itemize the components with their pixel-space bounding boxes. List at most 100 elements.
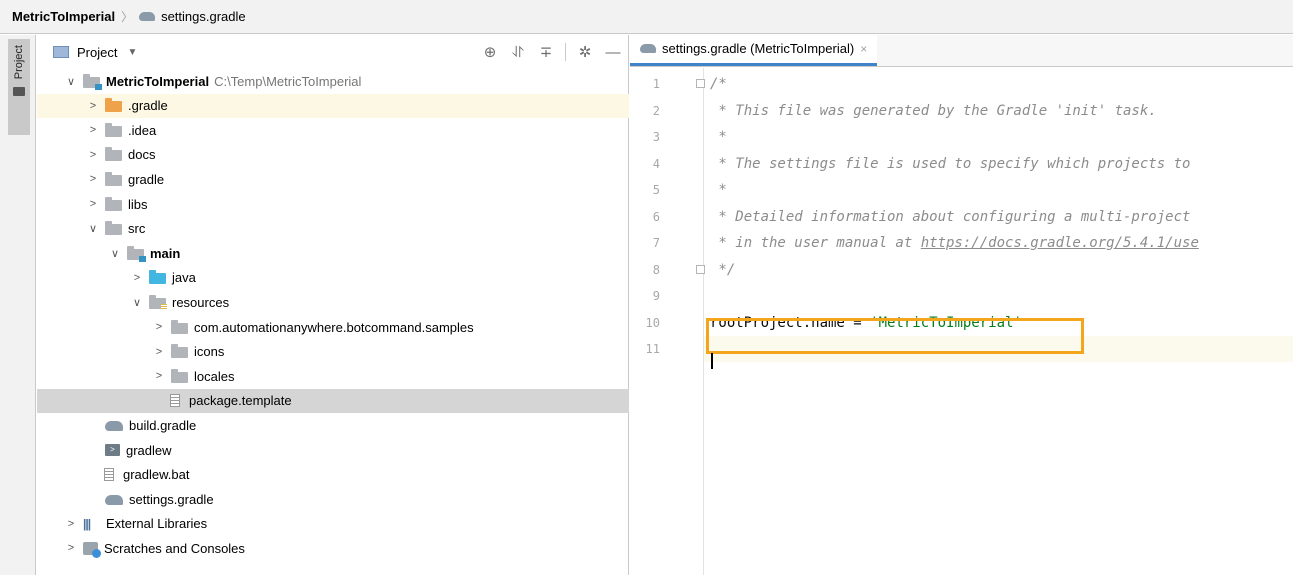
locate-icon[interactable]: ⊕	[481, 43, 499, 61]
tree-item[interactable]: > docs	[37, 143, 629, 167]
code-token: *	[710, 129, 727, 145]
folder-icon	[105, 147, 122, 162]
tree-item[interactable]: > .gradle	[37, 93, 629, 118]
code-line[interactable]: /*	[704, 71, 1293, 97]
folder-icon	[171, 319, 188, 334]
editor-tab-bar: settings.gradle (MetricToImperial) ×	[630, 34, 1293, 67]
code-line[interactable]: * This file was generated by the Gradle …	[704, 98, 1293, 124]
line-number: 1	[652, 77, 660, 91]
text-file-icon	[170, 394, 180, 408]
tree-item[interactable]: >>gradlew	[37, 438, 629, 462]
editor-gutter: 1 2 3 4 5 6 7 8 9 10 11	[630, 68, 705, 575]
chevron-right-icon[interactable]: >	[151, 346, 167, 358]
chevron-right-icon[interactable]: >	[85, 124, 101, 136]
line-number: 4	[652, 156, 660, 171]
code-line[interactable]: *	[704, 177, 1293, 203]
code-token: /*	[710, 76, 727, 92]
chevron-down-icon[interactable]: ∨	[63, 75, 79, 88]
chevron-down-icon[interactable]: ∨	[107, 247, 123, 260]
code-line[interactable]: * in the user manual at https://docs.gra…	[704, 230, 1293, 256]
collapse-all-icon[interactable]: ∓	[537, 43, 555, 61]
code-line[interactable]: *	[704, 124, 1293, 150]
tree-item[interactable]: > Scratches and Consoles	[37, 536, 629, 560]
tree-item-label: .gradle	[128, 98, 168, 114]
chevron-right-icon[interactable]: >	[151, 370, 167, 382]
shell-script-icon: >	[105, 444, 120, 456]
chevron-right-icon[interactable]: >	[63, 518, 79, 530]
chevron-down-icon[interactable]: ▼	[127, 47, 137, 58]
documentation-link[interactable]: https://docs.gradle.org/5.4.1/use	[921, 235, 1199, 251]
code-token: * in the user manual at	[710, 235, 921, 251]
tree-item[interactable]: > ||| External Libraries	[37, 512, 629, 536]
toolbar-divider	[565, 43, 566, 61]
tab-label: settings.gradle (MetricToImperial)	[662, 41, 855, 56]
tree-item-label: locales	[194, 368, 235, 384]
expand-all-icon[interactable]: ⥯	[509, 44, 527, 61]
tree-item-label: MetricToImperial	[106, 73, 210, 89]
gear-icon[interactable]: ✲	[576, 43, 594, 61]
project-panel-header: Project ▼ ⊕ ⥯ ∓ ✲ —	[37, 35, 628, 69]
gradle-icon	[105, 495, 123, 506]
tree-item[interactable]: >build.gradle	[37, 413, 629, 437]
module-folder-icon	[83, 73, 102, 90]
tab-settings-gradle[interactable]: settings.gradle (MetricToImperial) ×	[630, 34, 878, 66]
chevron-right-icon[interactable]: >	[129, 272, 145, 284]
breadcrumb-project[interactable]: MetricToImperial	[12, 9, 115, 24]
code-token: * This file was generated by the Gradle …	[710, 102, 1157, 119]
tree-item[interactable]: > gradle	[37, 167, 629, 191]
tree-item-label: .idea	[128, 122, 157, 138]
tree-item[interactable]: > com.automationanywhere.botcommand.sampl…	[37, 315, 629, 339]
line-number: 8	[652, 262, 660, 277]
chevron-right-icon[interactable]: >	[85, 173, 101, 185]
code-line[interactable]: * The settings file is used to specify w…	[704, 151, 1293, 177]
line-number: 6	[652, 209, 660, 224]
gradle-icon	[105, 421, 123, 432]
chevron-down-icon[interactable]: ∨	[85, 222, 101, 235]
libraries-icon: |||	[83, 516, 91, 531]
chevron-right-icon[interactable]: >	[85, 198, 101, 210]
chevron-down-icon[interactable]: ∨	[129, 296, 145, 309]
project-view-selector[interactable]: Project	[77, 45, 117, 60]
minimize-icon[interactable]: —	[604, 44, 622, 61]
tree-item[interactable]: > java	[37, 266, 629, 290]
folder-icon	[13, 87, 25, 97]
project-tool-window-button[interactable]: Project	[8, 39, 30, 135]
tree-item[interactable]: > .idea	[37, 118, 629, 142]
tree-item[interactable]: ∨ MetricToImperial C:\Temp\MetricToImperia…	[37, 69, 629, 93]
stripe-project-label: Project	[13, 45, 25, 80]
tree-item-label: libs	[128, 196, 148, 212]
code-line[interactable]: */	[704, 257, 1293, 283]
tree-item[interactable]: > icons	[37, 340, 629, 364]
tree-item-label: gradle	[128, 171, 165, 187]
breadcrumb-file-label: settings.gradle	[161, 9, 246, 24]
tree-item-label: com.automationanywhere.botcommand.sample…	[194, 319, 474, 335]
tree-item[interactable]: ∨ src	[37, 217, 629, 241]
close-icon[interactable]: ×	[860, 42, 867, 56]
tree-item-label: src	[128, 221, 146, 237]
tree-item-label: Scratches and Consoles	[104, 540, 245, 556]
line-number: 10	[645, 315, 660, 330]
chevron-right-icon[interactable]: >	[85, 149, 101, 161]
folder-icon	[171, 344, 188, 359]
text-file-icon	[104, 468, 114, 482]
gradle-icon	[139, 12, 156, 21]
tree-item-label: docs	[128, 147, 156, 163]
code-line[interactable]	[704, 283, 1293, 309]
tree-item[interactable]: >package.template	[37, 388, 629, 413]
tree-item[interactable]: > locales	[37, 364, 629, 388]
chevron-right-icon[interactable]: >	[151, 321, 167, 333]
breadcrumb-file[interactable]: settings.gradle	[139, 9, 246, 24]
tree-item[interactable]: > libs	[37, 192, 629, 216]
folder-icon	[105, 196, 122, 211]
project-view-icon	[53, 46, 69, 58]
tree-item[interactable]: >gradlew.bat	[37, 463, 629, 487]
tree-item[interactable]: ∨ main	[37, 241, 629, 265]
tree-item-label: java	[172, 270, 196, 286]
code-token: * The settings file is used to specify w…	[710, 155, 1199, 172]
chevron-right-icon[interactable]: >	[63, 542, 79, 554]
tree-item[interactable]: >settings.gradle	[37, 487, 629, 511]
tree-item-label: icons	[194, 344, 225, 360]
chevron-right-icon[interactable]: >	[85, 100, 101, 112]
code-line[interactable]: * Detailed information about configuring…	[704, 204, 1293, 230]
tree-item[interactable]: ∨ resources	[37, 290, 629, 314]
